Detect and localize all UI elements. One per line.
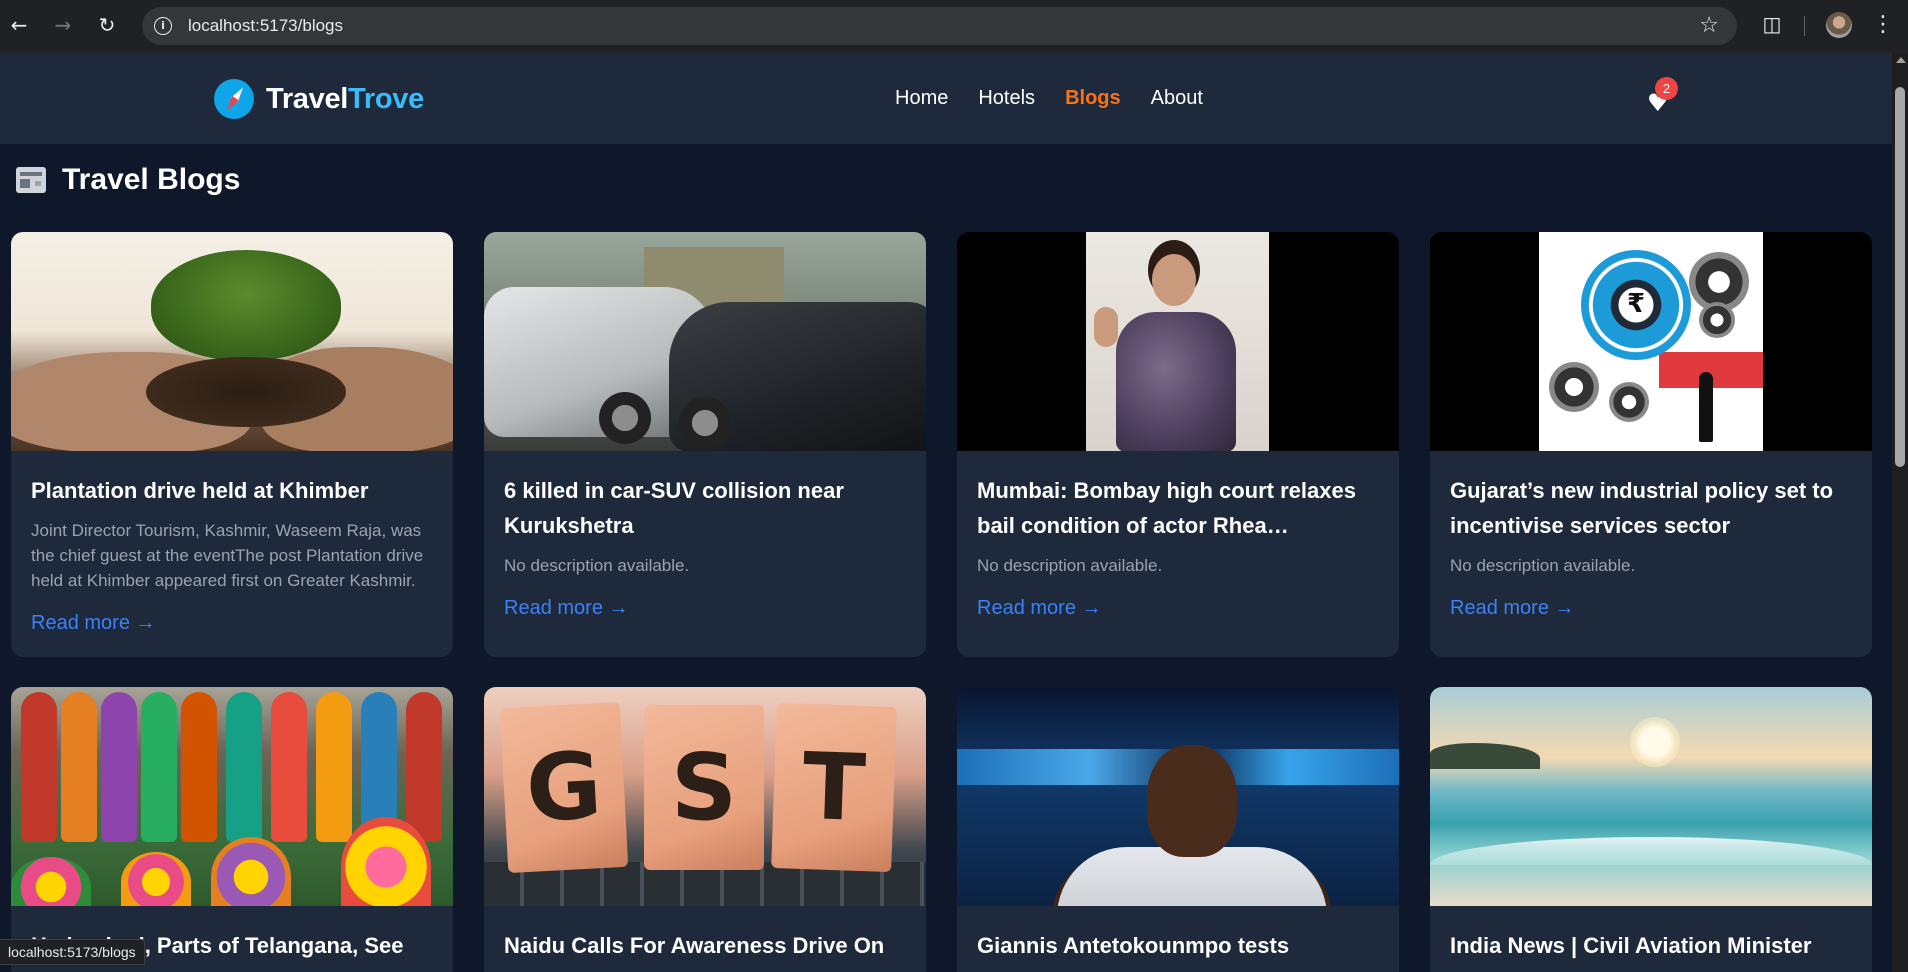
back-arrow-icon[interactable]: ←: [6, 12, 32, 38]
page-scrollbar[interactable]: [1892, 53, 1908, 972]
newspaper-icon: [16, 167, 46, 193]
browser-menu-icon[interactable]: ⋮: [1872, 12, 1894, 38]
address-bar[interactable]: i localhost:5173/blogs ☆: [142, 7, 1737, 45]
blog-card-title[interactable]: 6 killed in car-SUV collision near Kuruk…: [504, 473, 906, 543]
read-more-link[interactable]: Read more →: [1450, 596, 1575, 620]
blog-card-description: No description available.: [977, 556, 1163, 575]
logo-part-trove: Trove: [348, 82, 424, 115]
blog-card-image[interactable]: G S T: [484, 687, 926, 906]
nav-home[interactable]: Home: [895, 87, 948, 109]
blog-card-title[interactable]: Plantation drive held at Khimber: [31, 473, 433, 508]
blog-card-image[interactable]: [11, 687, 453, 906]
site-info-icon[interactable]: i: [154, 17, 172, 35]
blog-card-title[interactable]: Naidu Calls For Awareness Drive On: [504, 928, 906, 963]
blog-card-title[interactable]: Mumbai: Bombay high court relaxes bail c…: [977, 473, 1379, 543]
forward-arrow-icon[interactable]: →: [50, 12, 76, 38]
logo-part-travel: Travel: [266, 82, 349, 115]
scroll-up-arrow-icon[interactable]: [1896, 57, 1906, 63]
read-more-link[interactable]: Read more →: [31, 611, 156, 635]
blog-card-description: No description available.: [504, 556, 690, 575]
blog-card[interactable]: Giannis Antetokounmpo tests: [957, 687, 1399, 972]
logo-wordmark: TravelTrove: [266, 83, 424, 116]
main-nav: Home Hotels Blogs About: [895, 87, 1233, 109]
blog-card-description: Joint Director Tourism, Kashmir, Waseem …: [31, 521, 424, 590]
blog-card-description: No description available.: [1450, 556, 1636, 575]
read-more-link[interactable]: Read more →: [504, 596, 629, 620]
page-viewport: TravelTrove Home Hotels Blogs About ♥ 2 …: [0, 53, 1892, 972]
blog-card-title[interactable]: Giannis Antetokounmpo tests: [977, 928, 1379, 963]
nav-hotels[interactable]: Hotels: [978, 87, 1035, 109]
nav-blogs[interactable]: Blogs: [1065, 87, 1121, 109]
blog-card[interactable]: Hyderabad, Parts of Telangana, See: [11, 687, 453, 972]
site-logo[interactable]: TravelTrove: [214, 79, 424, 119]
blog-card-image[interactable]: [957, 687, 1399, 906]
blog-card[interactable]: ₹ Gujarat’s new industrial policy set to…: [1430, 232, 1872, 657]
toolbar-divider: [1804, 16, 1805, 36]
bookmark-star-icon[interactable]: ☆: [1699, 13, 1719, 39]
wishlist-button[interactable]: ♥ 2: [1645, 77, 1678, 115]
site-header: TravelTrove Home Hotels Blogs About ♥ 2: [0, 53, 1892, 144]
wishlist-count-badge: 2: [1655, 77, 1678, 100]
nav-about[interactable]: About: [1151, 87, 1203, 109]
reload-icon[interactable]: ↻: [94, 12, 120, 38]
address-url[interactable]: localhost:5173/blogs: [188, 16, 343, 36]
blog-card-image[interactable]: ₹: [1430, 232, 1872, 451]
blog-card-image[interactable]: [484, 232, 926, 451]
scrollbar-thumb[interactable]: [1895, 87, 1905, 467]
blog-card[interactable]: Mumbai: Bombay high court relaxes bail c…: [957, 232, 1399, 657]
blog-card-image[interactable]: [1430, 687, 1872, 906]
blog-card[interactable]: 6 killed in car-SUV collision near Kuruk…: [484, 232, 926, 657]
page-title: Travel Blogs: [16, 163, 240, 197]
blog-card-image[interactable]: [957, 232, 1399, 451]
compass-icon: [214, 79, 254, 119]
blog-card-title[interactable]: Gujarat’s new industrial policy set to i…: [1450, 473, 1852, 543]
blog-card-title[interactable]: India News | Civil Aviation Minister: [1450, 928, 1852, 963]
profile-avatar[interactable]: [1826, 12, 1852, 38]
blog-card[interactable]: India News | Civil Aviation Minister: [1430, 687, 1872, 972]
blog-card-image[interactable]: [11, 232, 453, 451]
link-status-bubble: localhost:5173/blogs: [0, 939, 145, 965]
page-title-text: Travel Blogs: [62, 163, 241, 196]
blog-card[interactable]: Plantation drive held at Khimber Joint D…: [11, 232, 453, 657]
extensions-puzzle-icon[interactable]: ◫: [1760, 12, 1784, 36]
browser-toolbar: ← → ↻ i localhost:5173/blogs ☆ ◫ ⋮: [0, 0, 1908, 53]
blog-card[interactable]: G S T Naidu Calls For Awareness Drive On: [484, 687, 926, 972]
read-more-link[interactable]: Read more →: [977, 596, 1102, 620]
